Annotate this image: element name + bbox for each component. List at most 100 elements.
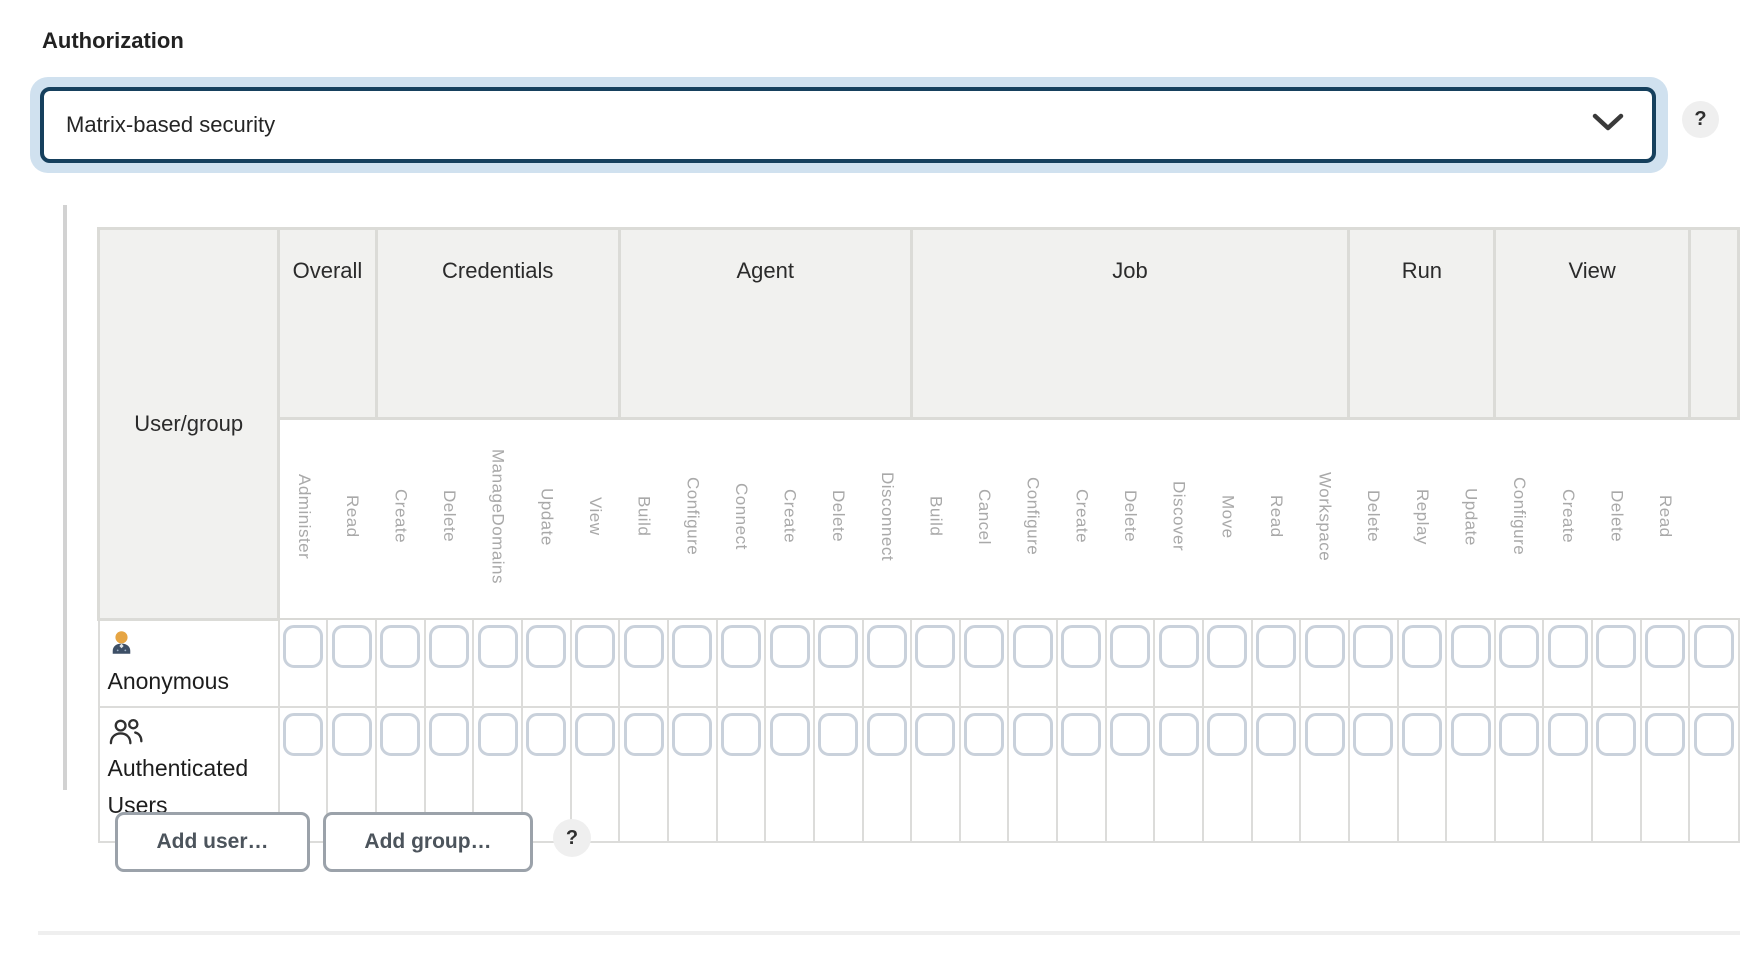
add-group-button[interactable]: Add group…: [323, 812, 533, 872]
permission-checkbox[interactable]: [1061, 625, 1101, 668]
permission-checkbox[interactable]: [1207, 625, 1247, 668]
permission-checkbox[interactable]: [1207, 713, 1247, 756]
permission-cell: [327, 619, 376, 707]
permission-checkbox[interactable]: [1548, 625, 1588, 668]
permission-checkbox[interactable]: [1110, 713, 1150, 756]
permission-checkbox[interactable]: [1305, 713, 1345, 756]
permission-column-header: Delete: [814, 419, 863, 620]
permission-label: Create: [1558, 489, 1578, 543]
permission-checkbox[interactable]: [332, 625, 372, 668]
permission-checkbox[interactable]: [818, 713, 858, 756]
permission-column-header: Configure: [668, 419, 717, 620]
permission-checkbox[interactable]: [1499, 713, 1539, 756]
permission-checkbox[interactable]: [332, 713, 372, 756]
permission-checkbox[interactable]: [429, 625, 469, 668]
add-user-button[interactable]: Add user…: [115, 812, 310, 872]
permission-checkbox[interactable]: [1694, 625, 1734, 668]
permission-checkbox[interactable]: [867, 625, 907, 668]
permission-cell: [863, 707, 912, 842]
help-icon[interactable]: ?: [1682, 101, 1719, 138]
permission-label: Delete: [1363, 490, 1383, 542]
permission-cell: [863, 619, 912, 707]
permission-checkbox[interactable]: [1402, 713, 1442, 756]
permission-cell: [619, 707, 668, 842]
user-group-name: Authenticated Users: [108, 755, 249, 818]
permission-checkbox[interactable]: [283, 713, 323, 756]
permission-checkbox[interactable]: [1402, 625, 1442, 668]
permission-cell: [668, 619, 717, 707]
permission-label: Connect: [731, 483, 751, 550]
permission-cell: [1349, 619, 1398, 707]
matrix-security-table-wrap: User/groupOverallCredentialsAgentJobRunV…: [97, 227, 1740, 843]
permission-column-header: ManageDomains: [473, 419, 522, 620]
permission-checkbox[interactable]: [964, 625, 1004, 668]
permission-checkbox[interactable]: [380, 713, 420, 756]
permission-checkbox[interactable]: [1596, 625, 1636, 668]
permission-checkbox[interactable]: [1645, 713, 1685, 756]
column-group-agent: Agent: [619, 229, 911, 419]
authenticated-users-icon: [108, 716, 268, 748]
permission-cell: [717, 707, 766, 842]
permission-cell: [1252, 707, 1301, 842]
permission-checkbox[interactable]: [1451, 625, 1491, 668]
permission-checkbox[interactable]: [1305, 625, 1345, 668]
permission-cell: [1106, 619, 1155, 707]
permission-checkbox[interactable]: [575, 713, 615, 756]
permission-checkbox[interactable]: [1694, 713, 1734, 756]
permission-column-header: Delete: [1592, 419, 1641, 620]
permission-checkbox[interactable]: [672, 625, 712, 668]
permission-checkbox[interactable]: [964, 713, 1004, 756]
help-icon[interactable]: ?: [553, 819, 591, 857]
permission-cell: [1398, 707, 1447, 842]
permission-checkbox[interactable]: [1596, 713, 1636, 756]
permission-checkbox[interactable]: [867, 713, 907, 756]
permission-checkbox[interactable]: [526, 713, 566, 756]
permission-checkbox[interactable]: [915, 625, 955, 668]
permission-checkbox[interactable]: [478, 625, 518, 668]
permission-checkbox[interactable]: [915, 713, 955, 756]
permission-checkbox[interactable]: [770, 713, 810, 756]
permission-checkbox[interactable]: [283, 625, 323, 668]
permission-cell: [1300, 619, 1349, 707]
permission-checkbox[interactable]: [1353, 625, 1393, 668]
permission-checkbox[interactable]: [1110, 625, 1150, 668]
permission-column-header: Replay: [1398, 419, 1447, 620]
permission-checkbox[interactable]: [1159, 713, 1199, 756]
permission-checkbox[interactable]: [1353, 713, 1393, 756]
authorization-select[interactable]: Matrix-based security: [40, 87, 1656, 163]
section-indent-bar: [63, 205, 67, 790]
permission-column-header: Create: [1543, 419, 1592, 620]
permission-checkbox[interactable]: [1013, 713, 1053, 756]
permission-checkbox[interactable]: [624, 625, 664, 668]
permission-label: Create: [1071, 489, 1091, 543]
permission-cell: [960, 707, 1009, 842]
permission-checkbox[interactable]: [672, 713, 712, 756]
permission-cell: [1543, 619, 1592, 707]
permission-label: Create: [390, 489, 410, 543]
permission-checkbox[interactable]: [380, 625, 420, 668]
permission-checkbox[interactable]: [1499, 625, 1539, 668]
permission-checkbox[interactable]: [1013, 625, 1053, 668]
permission-checkbox[interactable]: [526, 625, 566, 668]
permission-label: Workspace: [1315, 472, 1335, 561]
permission-column-header: Create: [376, 419, 425, 620]
permission-checkbox[interactable]: [1451, 713, 1491, 756]
permission-checkbox[interactable]: [1548, 713, 1588, 756]
permission-checkbox[interactable]: [624, 713, 664, 756]
permission-cell: [1203, 619, 1252, 707]
permission-cell: [1252, 619, 1301, 707]
permission-checkbox[interactable]: [721, 625, 761, 668]
permission-checkbox[interactable]: [575, 625, 615, 668]
permission-checkbox[interactable]: [478, 713, 518, 756]
permission-checkbox[interactable]: [1159, 625, 1199, 668]
permission-checkbox[interactable]: [770, 625, 810, 668]
permission-checkbox[interactable]: [1645, 625, 1685, 668]
permission-checkbox[interactable]: [1256, 625, 1296, 668]
permission-checkbox[interactable]: [1061, 713, 1101, 756]
permission-column-header: Configure: [1008, 419, 1057, 620]
permission-checkbox[interactable]: [429, 713, 469, 756]
permission-checkbox[interactable]: [1256, 713, 1296, 756]
permission-column-header: Build: [619, 419, 668, 620]
permission-checkbox[interactable]: [818, 625, 858, 668]
permission-checkbox[interactable]: [721, 713, 761, 756]
